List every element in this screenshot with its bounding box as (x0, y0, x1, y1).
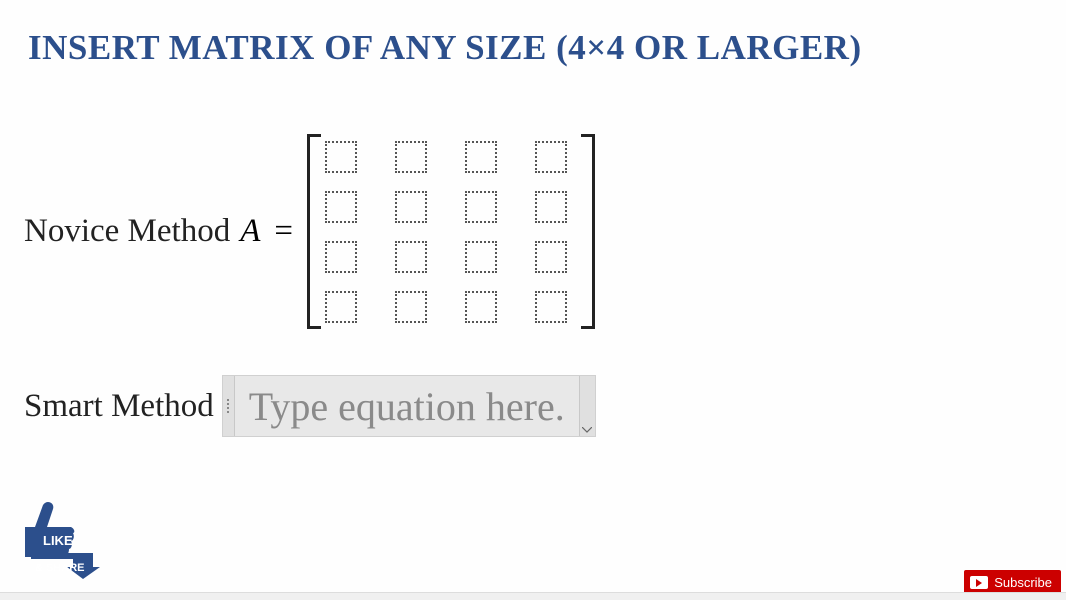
matrix-cell[interactable] (535, 191, 567, 223)
matrix-cell[interactable] (325, 191, 357, 223)
equation-placeholder[interactable]: Type equation here. (235, 376, 579, 436)
page-title: INSERT MATRIX OF ANY SIZE (4×4 OR LARGER… (0, 0, 1066, 68)
matrix-cell[interactable] (535, 291, 567, 323)
matrix-cell[interactable] (325, 141, 357, 173)
youtube-play-icon (970, 576, 988, 589)
matrix-cell[interactable] (535, 141, 567, 173)
matrix-cell[interactable] (465, 291, 497, 323)
matrix-cell[interactable] (395, 141, 427, 173)
equation-editor[interactable]: Type equation here. (222, 375, 596, 437)
share-text: & SHARE (35, 562, 85, 574)
matrix-cell[interactable] (465, 241, 497, 273)
subscribe-label: Subscribe (994, 575, 1052, 590)
equation-dropdown[interactable] (579, 376, 595, 436)
like-share-badge[interactable]: LIKE & SHARE (5, 495, 100, 580)
novice-method-row: Novice Method A = (0, 128, 1066, 335)
matrix-cell[interactable] (395, 241, 427, 273)
smart-label: Smart Method (24, 388, 214, 425)
matrix-cell[interactable] (465, 191, 497, 223)
matrix-cell[interactable] (465, 141, 497, 173)
matrix-cell[interactable] (325, 241, 357, 273)
chevron-down-icon (582, 427, 592, 433)
like-text: LIKE (43, 533, 73, 548)
matrix-grid (321, 135, 581, 329)
matrix-cell[interactable] (325, 291, 357, 323)
matrix-cell[interactable] (395, 191, 427, 223)
matrix-4x4[interactable] (307, 128, 595, 335)
status-bar (0, 592, 1066, 600)
novice-label: Novice Method (24, 213, 230, 250)
bracket-right (581, 134, 595, 329)
equals-sign: = (274, 213, 293, 250)
matrix-variable: A (240, 213, 260, 250)
thumb-wrist (25, 527, 35, 557)
thumbs-up-icon (35, 502, 74, 557)
matrix-cell[interactable] (395, 291, 427, 323)
smart-method-row: Smart Method Type equation here. (0, 375, 1066, 437)
equation-handle[interactable] (223, 376, 235, 436)
matrix-cell[interactable] (535, 241, 567, 273)
bracket-left (307, 134, 321, 329)
